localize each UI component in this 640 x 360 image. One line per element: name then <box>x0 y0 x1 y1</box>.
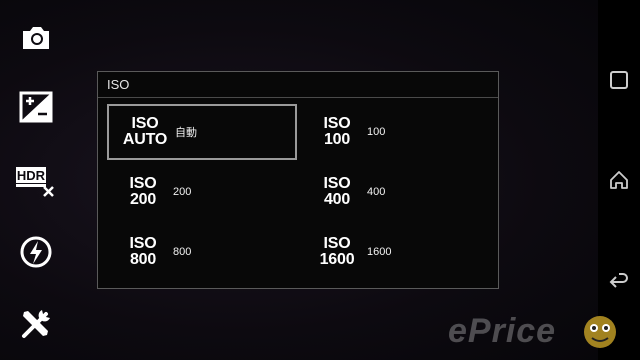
iso-option-big-label: ISO 400 <box>313 164 361 220</box>
iso-option-value: 1600 <box>367 246 392 258</box>
navigation-bar <box>598 0 640 360</box>
iso-option-big-label: ISO 800 <box>119 224 167 280</box>
iso-option-auto[interactable]: ISO AUTO 自動 <box>107 104 297 160</box>
iso-option-big-label: ISO AUTO <box>121 106 169 158</box>
iso-option-value: 800 <box>173 246 192 258</box>
iso-option-line2: 1600 <box>319 251 355 268</box>
dialog-title: ISO <box>98 72 498 98</box>
iso-option-line1: ISO <box>323 175 351 192</box>
iso-option-1600[interactable]: ISO 1600 1600 <box>301 224 491 280</box>
iso-option-big-label: ISO 1600 <box>313 224 361 280</box>
iso-dialog: ISO ISO AUTO 自動 ISO 100 100 ISO 200 200 … <box>97 71 499 289</box>
iso-option-800[interactable]: ISO 800 800 <box>107 224 297 280</box>
iso-option-line1: ISO <box>131 115 159 132</box>
iso-option-200[interactable]: ISO 200 200 <box>107 164 297 220</box>
iso-option-line1: ISO <box>323 235 351 252</box>
iso-option-value: 400 <box>367 186 386 198</box>
iso-option-value: 200 <box>173 186 192 198</box>
iso-option-400[interactable]: ISO 400 400 <box>301 164 491 220</box>
iso-option-line2: AUTO <box>122 131 168 148</box>
hdr-glyph: HDR <box>16 167 54 197</box>
watermark-text: ePrice <box>448 312 557 350</box>
iso-option-line2: 800 <box>129 251 157 268</box>
iso-option-100[interactable]: ISO 100 100 <box>301 104 491 160</box>
hdr-off-icon[interactable]: HDR <box>14 160 58 200</box>
recent-apps-glyph <box>610 71 628 89</box>
home-glyph <box>610 171 628 189</box>
recent-apps-icon[interactable] <box>598 60 640 100</box>
hdr-label: HDR <box>17 168 46 183</box>
iso-option-line1: ISO <box>129 235 157 252</box>
iso-option-value: 自動 <box>175 127 197 139</box>
iso-option-value: 100 <box>367 126 386 138</box>
iso-option-big-label: ISO 100 <box>313 104 361 160</box>
back-glyph <box>609 273 628 288</box>
flash-glyph <box>20 236 52 268</box>
exposure-glyph <box>19 91 53 123</box>
settings-tools-icon[interactable] <box>14 304 58 344</box>
watermark-logo-icon <box>584 316 616 348</box>
flash-auto-icon[interactable] <box>14 232 58 272</box>
iso-option-line1: ISO <box>323 115 351 132</box>
iso-option-line2: 100 <box>323 131 351 148</box>
camera-mode-icon[interactable] <box>14 18 58 58</box>
back-icon[interactable] <box>598 262 640 302</box>
home-icon[interactable] <box>598 160 640 200</box>
exposure-compensation-icon[interactable] <box>14 87 58 127</box>
tools-glyph <box>22 310 50 338</box>
iso-option-line2: 200 <box>129 191 157 208</box>
iso-option-line1: ISO <box>129 175 157 192</box>
iso-option-big-label: ISO 200 <box>119 164 167 220</box>
camera-glyph <box>23 27 49 49</box>
iso-option-line2: 400 <box>323 191 351 208</box>
